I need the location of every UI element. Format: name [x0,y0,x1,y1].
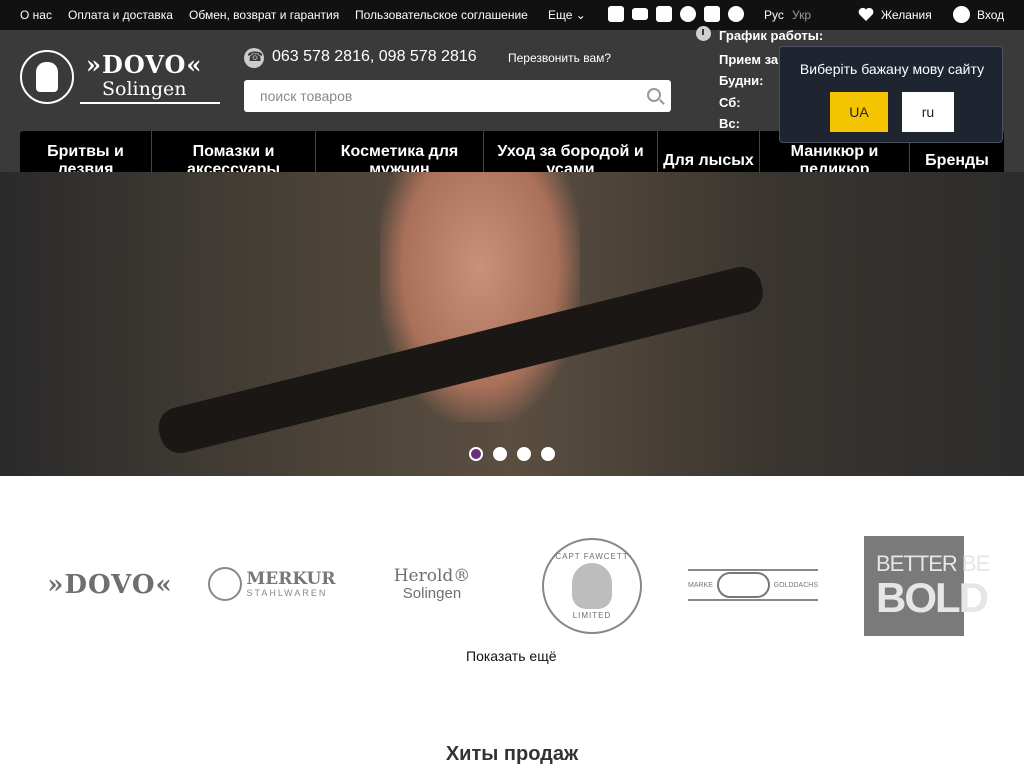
brand-herold-text: Herold® [393,565,471,586]
schedule-row-saturday: Сб: [719,95,741,110]
merkur-text-block: MERKUR STAHLWAREN [246,568,336,598]
login-link[interactable]: Вход [977,8,1004,22]
top-bar: О нас Оплата и доставка Обмен, возврат и… [0,0,1024,30]
nav-link-payment-delivery[interactable]: Оплата и доставка [68,8,173,22]
schedule-title: График работы: [719,28,824,43]
instagram-icon[interactable] [656,6,672,22]
fawcett-portrait-icon [572,563,612,609]
nav-link-user-agreement[interactable]: Пользовательское соглашение [355,8,528,22]
slider-dot-2[interactable] [493,447,507,461]
heart-icon[interactable] [858,7,874,22]
user-icon[interactable] [953,6,970,23]
show-more-brands-button[interactable]: Показать ещё [466,648,557,664]
chevron-down-icon: ⌄ [575,8,586,22]
search-icon[interactable] [647,88,661,102]
search-input[interactable] [244,80,634,112]
schedule-row-reception: Прием за [719,52,779,67]
logo-subtitle: Solingen [102,78,187,100]
nav-more-label: Еще [548,8,573,22]
page: О нас Оплата и доставка Обмен, возврат и… [0,0,1024,768]
nav-link-return-warranty[interactable]: Обмен, возврат и гарантия [189,8,339,22]
brand-logo-golddachs[interactable]: MARKE GOLDDACHS [688,569,818,601]
brand-fawcett-text: CAPT FAWCETT [555,552,629,561]
wishlist-link[interactable]: Желания [881,8,932,22]
schedule-row-weekdays: Будни: [719,73,764,88]
language-popup-message: Виберіть бажану мову сайту [799,61,985,77]
badger-icon [716,572,770,598]
brand-merkur-text: MERKUR [246,568,336,589]
brand-logo-better-be-bold[interactable]: BETTER BE BOLD [864,536,990,636]
brand-logo-captain-fawcett[interactable]: CAPT FAWCETT LIMITED [542,538,642,634]
bestsellers-heading: Хиты продаж [445,743,579,765]
nav-more-dropdown[interactable]: Еще ⌄ [548,8,586,22]
lang-ru-link[interactable]: Рус [764,8,784,22]
logo-emblem-icon [20,50,74,104]
search-box [244,80,671,112]
brand-bold-top: BETTER BE [876,551,990,576]
brand-herold-sub: Solingen [402,584,462,602]
phone-numbers[interactable]: 063 578 2816, 098 578 2816 [272,48,477,66]
clock-icon [696,26,711,41]
hero-banner-image[interactable] [0,172,1024,476]
brand-dovo-text: »DOVO« [47,570,173,600]
whatsapp-icon[interactable] [728,6,744,22]
slider-dot-3[interactable] [517,447,531,461]
slider-dot-4[interactable] [541,447,555,461]
brand-logo-herold[interactable]: Herold® Solingen [390,560,474,608]
callback-link[interactable]: Перезвонить вам? [508,51,611,65]
brand-bold-bottom: BOLD [876,574,989,621]
brand-logo-dovo[interactable]: »DOVO« [44,568,176,602]
brand-fawcett-sub: LIMITED [572,611,612,620]
brand-golddachs-left: MARKE [688,581,713,589]
slider-dot-1[interactable] [469,447,483,461]
nav-link-about[interactable]: О нас [20,8,52,22]
schedule-row-sunday: Вс: [719,116,740,131]
facebook-icon[interactable] [608,6,624,22]
logo-underline [80,102,220,104]
telegram-icon[interactable] [680,6,696,22]
viber-icon[interactable] [704,6,720,22]
youtube-icon[interactable] [632,8,648,20]
brand-merkur-sub: STAHLWAREN [246,587,328,598]
language-ru-button[interactable]: ru [902,92,954,132]
logo-brand: »DOVO« [86,50,203,79]
brand-golddachs-right: GOLDDACHS [773,581,818,589]
phone-icon [244,48,264,68]
language-popup: Виберіть бажану мову сайту UA ru [779,46,1003,143]
site-logo[interactable]: »DOVO« Solingen [20,48,220,110]
brand-logo-merkur[interactable]: MERKUR STAHLWAREN [206,564,338,604]
merkur-emblem-icon [208,567,243,601]
language-ua-button[interactable]: UA [830,92,888,132]
lang-ua-link[interactable]: Укр [792,8,811,22]
